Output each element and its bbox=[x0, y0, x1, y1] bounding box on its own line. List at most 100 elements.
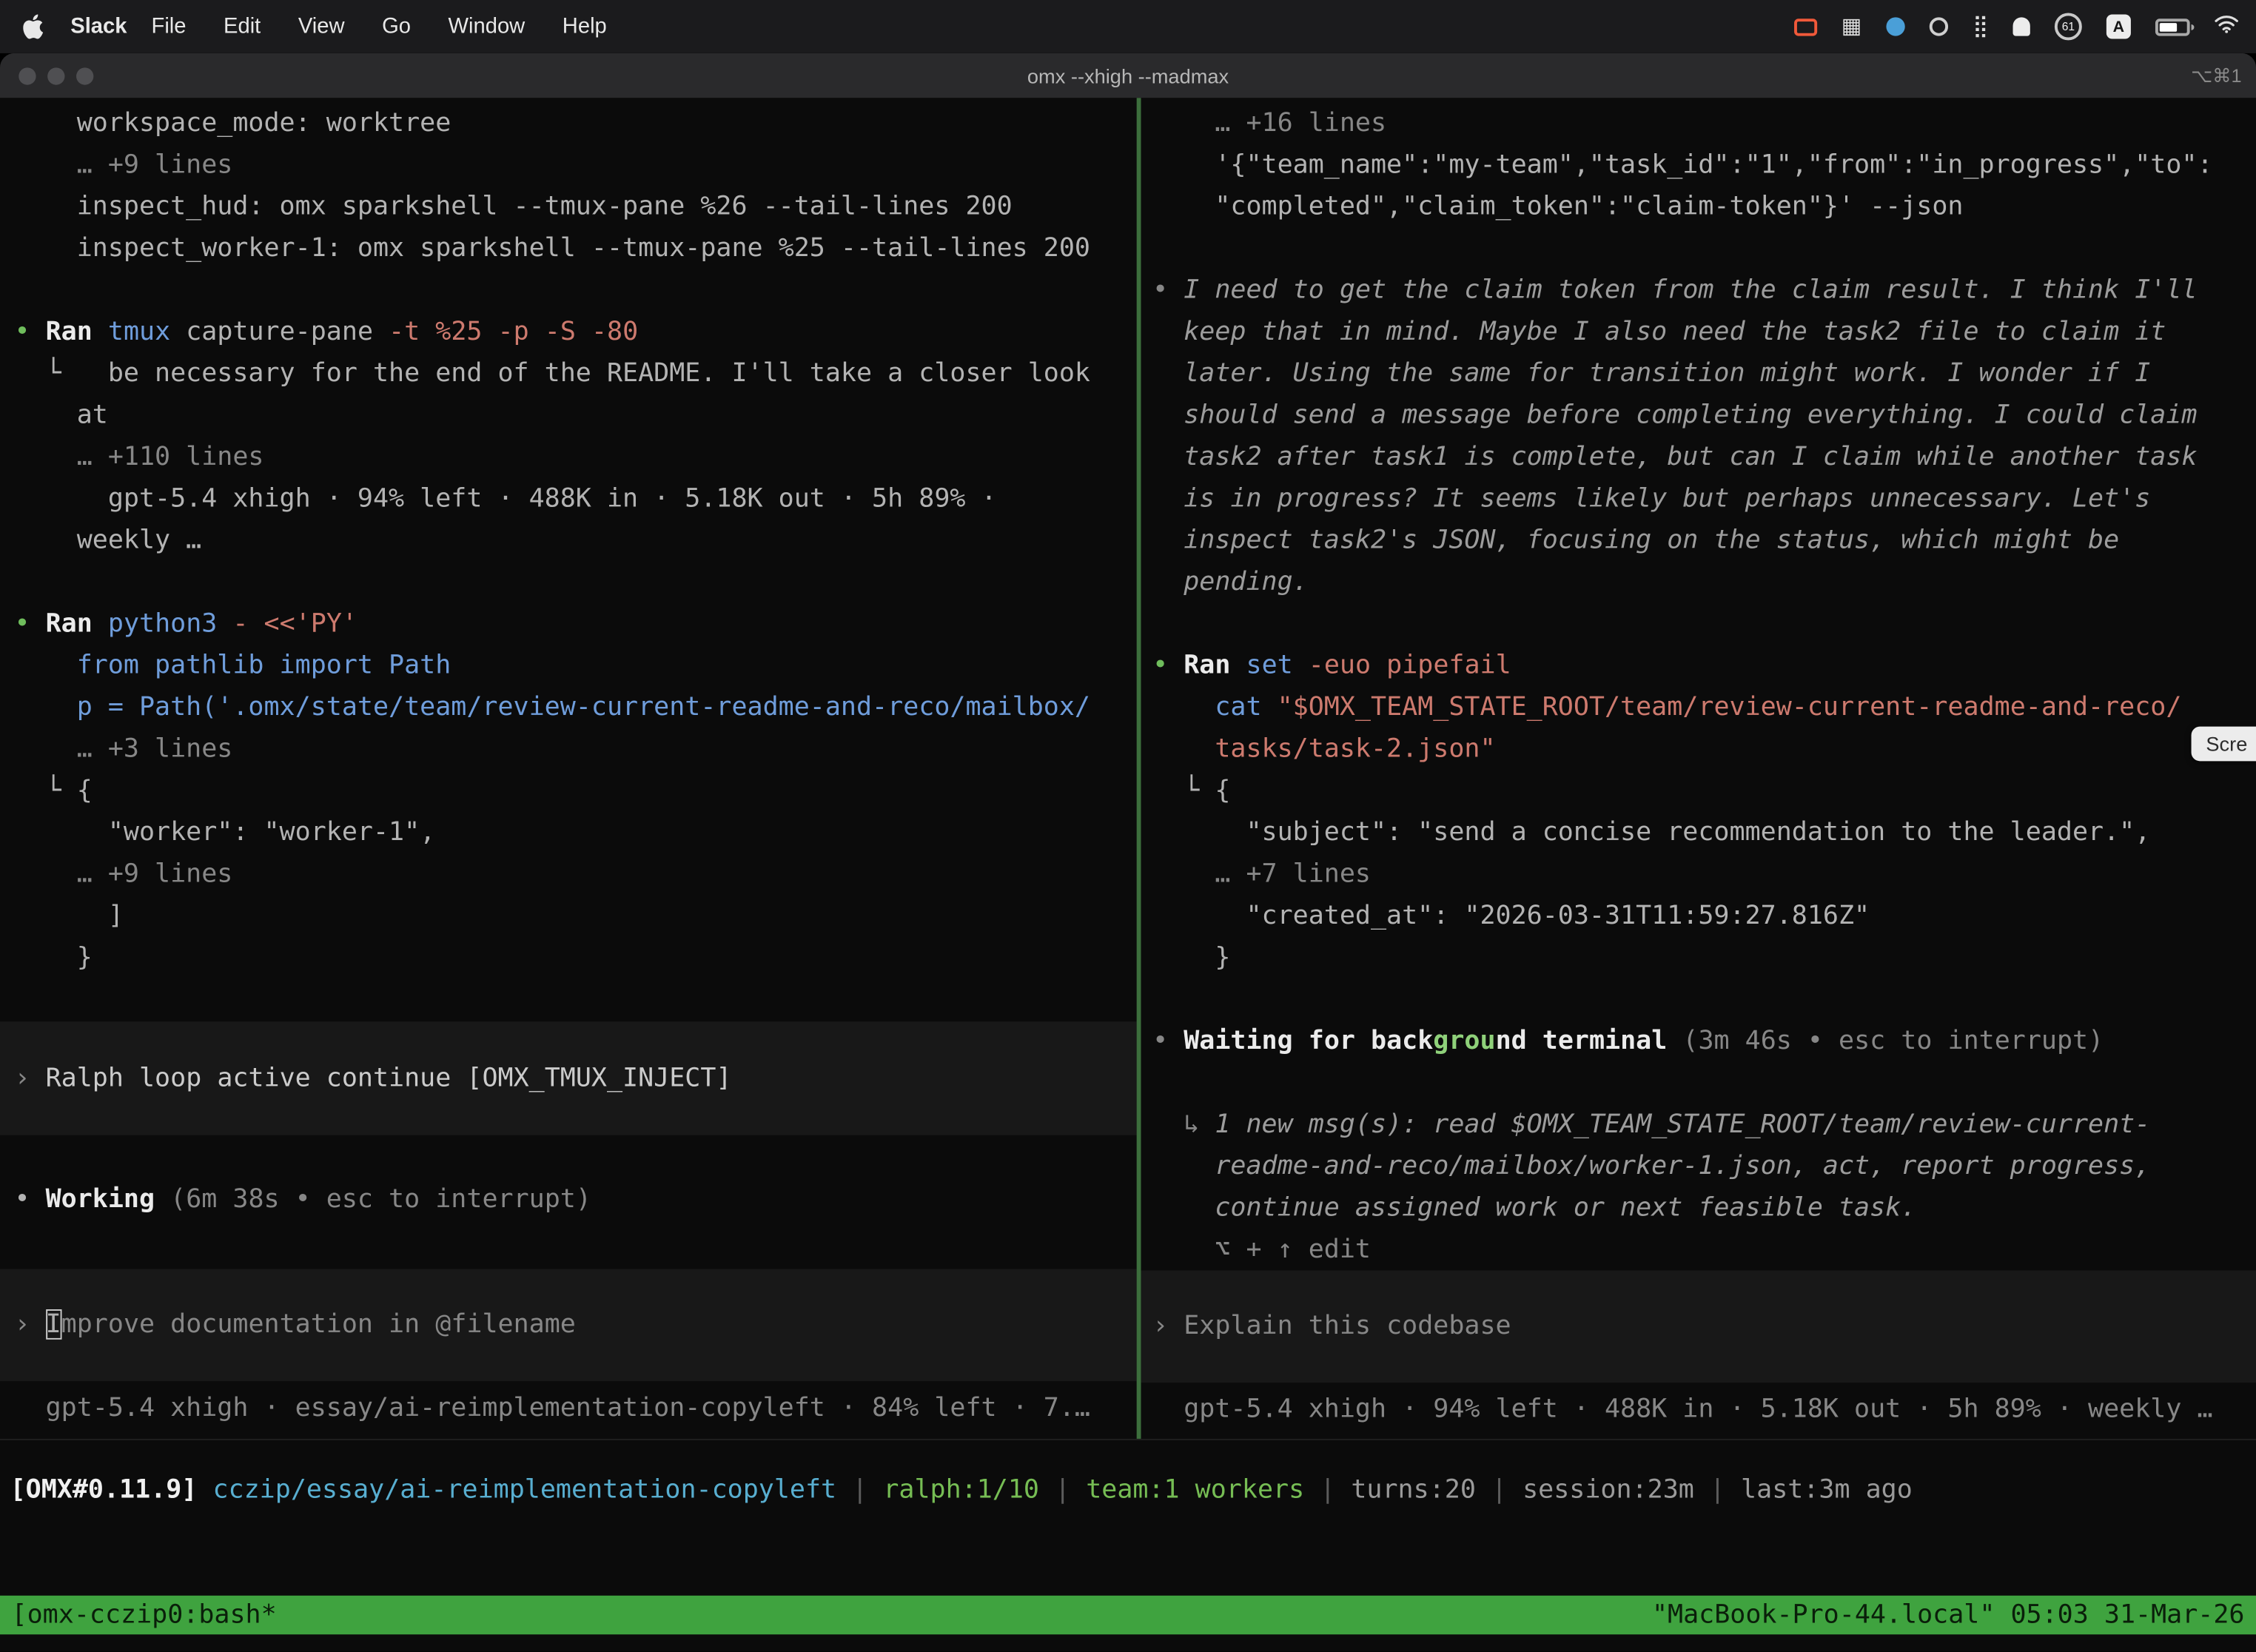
screen: Slack File Edit View Go Window Help ▦ ⣿ … bbox=[0, 0, 2256, 1652]
terminal-line: inspect_worker-1: omx sparkshell --tmux-… bbox=[14, 227, 1136, 269]
text-segment: gpt-5.4 xhigh · essay/ai-reimplementatio… bbox=[14, 1393, 1090, 1423]
terminal-line: • Ran tmux capture-pane -t %25 -p -S -80 bbox=[14, 311, 1136, 352]
text-segment: -t %25 -p -S -80 bbox=[389, 317, 638, 347]
terminal-area: workspace_mode: worktree … +9 lines insp… bbox=[0, 98, 2256, 1440]
terminal-line: gpt-5.4 xhigh · 94% left · 488K in · 5.1… bbox=[14, 477, 1136, 519]
text-segment: inspect_worker-1: omx sparkshell --tmux-… bbox=[14, 233, 1090, 263]
apple-menu-icon[interactable] bbox=[23, 13, 44, 39]
window-title-bar: omx --xhigh --madmax ⌥⌘1 bbox=[0, 53, 2256, 98]
terminal-line: "worker": "worker-1", bbox=[14, 811, 1136, 853]
grid-app-icon[interactable]: ▦ bbox=[1842, 16, 1862, 37]
terminal-line: … +16 lines bbox=[1152, 102, 2256, 144]
terminal-line: ] bbox=[14, 895, 1136, 936]
text-segment: • bbox=[14, 608, 45, 639]
terminal-line: … +7 lines bbox=[1152, 853, 2256, 895]
terminal-line: ↳ 1 new msg(s): read $OMX_TEAM_STATE_ROO… bbox=[1152, 1104, 2256, 1145]
terminal-line bbox=[1152, 1062, 2256, 1104]
text-segment: tasks/task-2.json" bbox=[1152, 733, 1495, 764]
text-segment: "subject": "send a concise recommendatio… bbox=[1152, 817, 2150, 847]
text-segment: | bbox=[836, 1474, 883, 1505]
working-status-line: • Working (6m 38s • esc to interrupt) bbox=[14, 1178, 1136, 1220]
text-segment: is in progress? It seems likely but perh… bbox=[1152, 483, 2150, 514]
text-segment: last:3m ago bbox=[1741, 1474, 1913, 1505]
ghost-app-icon[interactable] bbox=[2013, 17, 2030, 36]
text-segment: | bbox=[1039, 1474, 1086, 1505]
text-segment: should send a message before completing … bbox=[1152, 400, 2197, 430]
menu-item-edit[interactable]: Edit bbox=[205, 14, 280, 38]
text-segment: Ran bbox=[1184, 651, 1246, 681]
text-segment: • bbox=[14, 317, 45, 347]
tmux-session-label: [omx-cczip0:bash* bbox=[12, 1596, 277, 1634]
text-segment: capture-pane bbox=[186, 317, 389, 347]
terminal-line: gpt-5.4 xhigh · 94% left · 488K in · 5.1… bbox=[1152, 1389, 2256, 1430]
terminal-line: › Explain this codebase bbox=[1152, 1305, 2256, 1346]
text-segment: -euo pipefail bbox=[1309, 651, 1511, 681]
menu-bar-status-area: ▦ ⣿ 61 A bbox=[1794, 13, 2256, 40]
inject-banner: › Ralph loop active continue [OMX_TMUX_I… bbox=[0, 1021, 1137, 1135]
dots-grid-icon[interactable]: ⣿ bbox=[1973, 16, 1988, 37]
prompt-input-right[interactable]: › Explain this codebase bbox=[1141, 1270, 2256, 1383]
screenshot-tooltip[interactable]: Scre bbox=[2192, 727, 2256, 762]
text-segment: (6m 38s • esc to interrupt) bbox=[155, 1184, 591, 1215]
terminal-line: workspace_mode: worktree bbox=[14, 102, 1136, 144]
text-segment: • bbox=[1152, 651, 1184, 681]
text-segment: cczip/essay/ai-reimplementation-copyleft bbox=[212, 1474, 836, 1505]
text-segment: | bbox=[1694, 1474, 1741, 1505]
terminal-line bbox=[14, 561, 1136, 602]
text-segment: Explain this codebase bbox=[1184, 1311, 1511, 1341]
text-segment: "$OMX_TEAM_STATE_ROOT/team/review-curren… bbox=[1278, 692, 2182, 722]
terminal-line: › Improve documentation in @filename bbox=[14, 1303, 1136, 1345]
round-app-icon[interactable] bbox=[1930, 17, 1948, 36]
menu-item-help[interactable]: Help bbox=[544, 14, 626, 38]
terminal-output-right: … +16 lines '{"team_name":"my-team","tas… bbox=[1152, 102, 2256, 1270]
terminal-window: omx --xhigh --madmax ⌥⌘1 workspace_mode:… bbox=[0, 53, 2256, 1652]
menu-item-window[interactable]: Window bbox=[429, 14, 543, 38]
menu-item-file[interactable]: File bbox=[132, 14, 205, 38]
tmux-status-bar: [omx-cczip0:bash* "MacBook-Pro-44.local"… bbox=[0, 1596, 2256, 1634]
text-segment: - <<'PY' bbox=[232, 608, 357, 639]
terminal-line: at bbox=[14, 394, 1136, 436]
terminal-line: should send a message before completing … bbox=[1152, 394, 2256, 436]
terminal-line: p = Path('.omx/state/team/review-current… bbox=[14, 686, 1136, 728]
wifi-icon[interactable] bbox=[2215, 14, 2239, 38]
text-segment: (3m 46s • esc to interrupt) bbox=[1667, 1026, 2104, 1056]
terminal-line: › Ralph loop active continue [OMX_TMUX_I… bbox=[14, 1058, 1136, 1099]
terminal-line: • Working (6m 38s • esc to interrupt) bbox=[14, 1178, 1136, 1220]
terminal-line: cat "$OMX_TEAM_STATE_ROOT/team/review-cu… bbox=[1152, 686, 2256, 728]
terminal-line: } bbox=[14, 936, 1136, 978]
terminal-line: weekly … bbox=[14, 520, 1136, 561]
text-segment: ⌥ + ↑ edit bbox=[1152, 1235, 1371, 1265]
battery-icon[interactable] bbox=[2155, 18, 2190, 35]
text-segment: p = Path('.omx/state/team/review-current… bbox=[14, 692, 1090, 722]
menu-item-go[interactable]: Go bbox=[363, 14, 429, 38]
text-segment: at bbox=[14, 400, 107, 430]
menu-item-view[interactable]: View bbox=[280, 14, 363, 38]
text-segment: … +9 lines bbox=[14, 859, 232, 890]
gauge-61-icon[interactable]: 61 bbox=[2055, 13, 2082, 40]
terminal-line: } bbox=[1152, 936, 2256, 978]
text-segment: › bbox=[14, 1064, 45, 1094]
text-segment: } bbox=[14, 942, 92, 973]
text-segment: from pathlib import Path bbox=[14, 651, 451, 681]
text-segment: set bbox=[1246, 651, 1309, 681]
input-source-icon[interactable]: A bbox=[2106, 14, 2131, 38]
terminal-line: ⌥ + ↑ edit bbox=[1152, 1229, 2256, 1270]
menu-app-name[interactable]: Slack bbox=[70, 14, 127, 38]
tmux-host-clock: "MacBook-Pro-44.local" 05:03 31-Mar-26 bbox=[1652, 1596, 2245, 1634]
prompt-input-left[interactable]: › Improve documentation in @filename bbox=[0, 1269, 1137, 1382]
terminal-line: inspect_hud: omx sparkshell --tmux-pane … bbox=[14, 186, 1136, 227]
text-segment: tmux bbox=[108, 317, 186, 347]
terminal-line: "subject": "send a concise recommendatio… bbox=[1152, 811, 2256, 853]
terminal-line: tasks/task-2.json" bbox=[1152, 728, 2256, 770]
text-segment: › bbox=[14, 1309, 45, 1340]
tmux-pane-right[interactable]: … +16 lines '{"team_name":"my-team","tas… bbox=[1141, 98, 2256, 1439]
terminal-line: • Ran set -euo pipefail bbox=[1152, 645, 2256, 686]
text-segment: session:23m bbox=[1523, 1474, 1694, 1505]
screen-recording-indicator-icon[interactable] bbox=[1794, 18, 1817, 35]
terminal-line: inspect task2's JSON, focusing on the st… bbox=[1152, 520, 2256, 561]
prompt-input-left-text: › Improve documentation in @filename bbox=[14, 1303, 1136, 1345]
tmux-pane-left[interactable]: workspace_mode: worktree … +9 lines insp… bbox=[0, 98, 1137, 1439]
blue-app-icon[interactable] bbox=[1886, 17, 1904, 36]
text-segment: "worker": "worker-1", bbox=[14, 817, 435, 847]
text-segment: Ran bbox=[46, 608, 108, 639]
